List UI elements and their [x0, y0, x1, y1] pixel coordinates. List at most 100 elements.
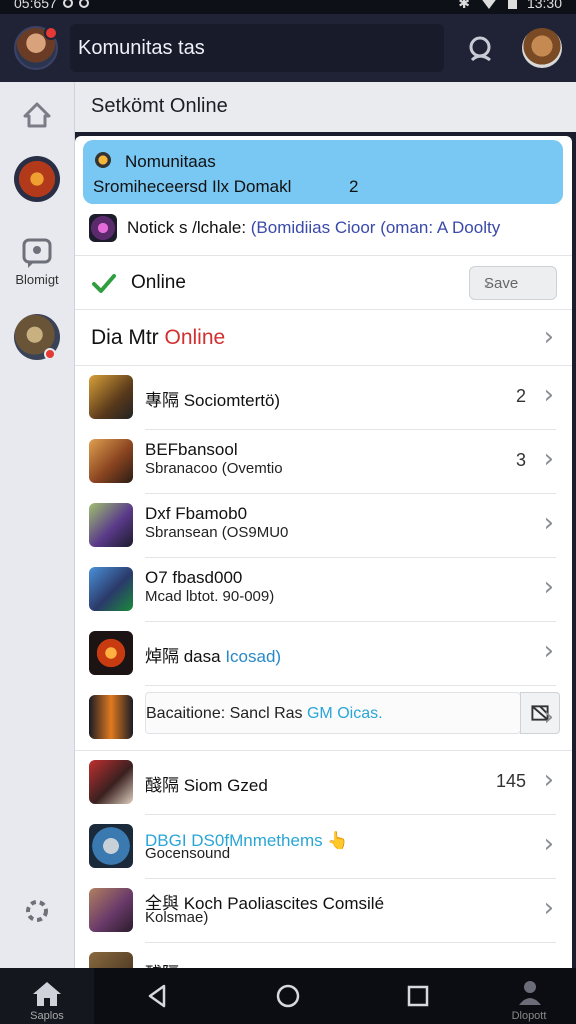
- item-count: 2: [515, 386, 526, 406]
- game-thumbnail: [89, 631, 133, 675]
- chevron-right-icon: ›: [484, 273, 490, 293]
- back-icon[interactable]: [144, 982, 172, 1010]
- notification-icon: [62, 0, 73, 8]
- item-title: 焯隔 dasa Icosad): [145, 642, 281, 667]
- check-icon: [92, 274, 116, 293]
- item-title-rest: cites Comsilé: [282, 894, 385, 913]
- chevron-right-icon: ›: [543, 380, 554, 410]
- item-subtitle: Gocensound: [145, 845, 231, 862]
- tab-home-label: Saplos: [30, 1010, 64, 1022]
- section-title-online: Online: [164, 326, 226, 349]
- item-subtitle: Mcad lbtot. 90-009): [145, 588, 275, 605]
- coin-icon: [95, 152, 111, 168]
- item-title: O7 fbasd000: [145, 568, 243, 587]
- item-count: 145: [495, 771, 526, 791]
- status-left-text: 05:657: [14, 0, 57, 11]
- item-title: BEFbansool: [145, 440, 238, 459]
- item-title: 醆隔 Siom Gzed: [145, 776, 268, 795]
- section-header[interactable]: Dia Mtr Online ›: [75, 310, 572, 366]
- list-item[interactable]: BEFbansool Sbranacoo (Ovemtio 3 ›: [75, 430, 572, 494]
- tab-profile-label: Dlopott: [511, 1010, 547, 1022]
- chevron-right-icon: ›: [543, 765, 554, 795]
- item-title-tag: Icosad): [225, 647, 282, 666]
- list-item[interactable]: 焯隔 dasa Icosad) ›: [75, 622, 572, 686]
- chevron-right-icon: ›: [543, 572, 554, 602]
- title-field[interactable]: Komunitas tas: [70, 24, 444, 72]
- list-item[interactable]: O7 fbasd000 Mcad lbtot. 90-009) ›: [75, 558, 572, 622]
- search-icon[interactable]: [466, 34, 496, 64]
- item-subtitle: Sbranacoo (Ovemtio: [145, 460, 283, 477]
- sync-icon: [78, 0, 89, 8]
- community-list-panel: Nomunitaas Sromiheceersd Ilx Domakl 2 No…: [75, 136, 572, 968]
- list-item[interactable]: 全與 Koch Paoliascites Comsilé Kolsmae) ›: [75, 879, 572, 943]
- image-picker-icon[interactable]: [520, 692, 560, 734]
- item-title: Dxf Fbamob0: [145, 504, 248, 523]
- alert-badge: [44, 348, 56, 360]
- game-thumbnail: [89, 695, 133, 739]
- chevron-right-icon: ›: [543, 322, 554, 352]
- user-avatar[interactable]: [14, 26, 58, 70]
- tab-home[interactable]: Saplos: [0, 968, 94, 1024]
- item-subtitle: Kolsmae): [145, 909, 209, 926]
- list-item[interactable]: 專隔 Sociomtertö) 2 ›: [75, 366, 572, 430]
- profile-avatar[interactable]: [522, 28, 562, 68]
- app-bar: Komunitas tas: [0, 14, 576, 82]
- home-icon[interactable]: [14, 92, 60, 138]
- notice-row[interactable]: Notick s /lchale: (Bomidiias Cioor (oman…: [75, 208, 572, 256]
- chevron-right-icon: ›: [543, 702, 554, 732]
- screen: 05:657 ✱ 13:30 Komunitas tas Blomigt Set…: [0, 0, 576, 1024]
- search-field[interactable]: Bacaitione: Sancl Ras GM Oicas.: [145, 692, 560, 734]
- game-thumbnail: [89, 888, 133, 932]
- banner-count: 2: [349, 177, 359, 196]
- game-thumbnail: [89, 439, 133, 483]
- profile-icon: [519, 981, 541, 1005]
- search-field-value: Bacaitione: Sancl Ras: [146, 705, 307, 722]
- community-banner[interactable]: Nomunitaas Sromiheceersd Ilx Domakl 2: [83, 140, 563, 204]
- save-button[interactable]: Save ›: [469, 266, 557, 300]
- notice-link[interactable]: (Bomidiias Cioor (oman: A Doolty: [251, 218, 500, 237]
- list-item[interactable]: Dxf Fbamob0 Sbransean (OS9MU0 ›: [75, 494, 572, 558]
- game-thumbnail: [89, 503, 133, 547]
- chat-label: Blomigt: [15, 272, 59, 287]
- list-item-partial[interactable]: 醆隔 ... ...: [75, 943, 572, 968]
- game-thumbnail: [89, 567, 133, 611]
- chevron-right-icon: ›: [543, 508, 554, 538]
- chevron-right-icon: ›: [543, 829, 554, 859]
- settings-icon[interactable]: [14, 888, 60, 934]
- game-thumbnail: [89, 760, 133, 804]
- banner-title: Nomunitaas: [125, 152, 216, 171]
- list-item[interactable]: DBGI DS0fMnmethems 👆 Gocensound ›: [75, 815, 572, 879]
- list-item[interactable]: Bacaitione: Sancl Ras GM Oicas. ›: [75, 686, 572, 752]
- side-rail: Blomigt: [0, 82, 75, 968]
- online-status-row: Online Save ›: [75, 256, 572, 310]
- item-title-main: 焯隔 dasa: [145, 647, 226, 666]
- battery-icon: [507, 0, 517, 9]
- section-title: Dia Mtr Online: [91, 326, 225, 350]
- game-community-icon-2[interactable]: [14, 314, 60, 360]
- search-field-text: Bacaitione: Sancl Ras GM Oicas.: [146, 705, 383, 723]
- home-circle-icon[interactable]: [274, 982, 302, 1010]
- tab-profile[interactable]: Dlopott: [482, 968, 576, 1024]
- notification-badge: [44, 26, 58, 40]
- fire-emoji-icon: 👆: [322, 831, 349, 850]
- bluetooth-icon: ✱: [458, 0, 470, 11]
- list-item[interactable]: 醆隔 Siom Gzed 145 ›: [75, 751, 572, 815]
- recents-icon[interactable]: [404, 982, 432, 1010]
- notice-text: Notick s /lchale: (Bomidiias Cioor (oman…: [127, 218, 500, 238]
- chevron-right-icon: ›: [543, 893, 554, 923]
- page-title: Setkömt Online: [91, 95, 228, 117]
- item-title: 醆隔 ... ...: [145, 959, 217, 968]
- section-title-main: Dia Mtr: [91, 326, 165, 349]
- sub-header: Setkömt Online: [75, 82, 576, 132]
- home-icon: [33, 982, 61, 1006]
- game-thumbnail: [89, 375, 133, 419]
- game-thumbnail: [89, 824, 133, 868]
- bottom-nav: Saplos Dlopott: [0, 968, 576, 1024]
- status-bar: 05:657 ✱ 13:30: [0, 0, 576, 14]
- game-community-icon[interactable]: [14, 156, 60, 202]
- chevron-right-icon: ›: [543, 636, 554, 666]
- search-field-tag: GM Oicas.: [306, 705, 383, 722]
- notice-prefix: Notick s /lchale:: [127, 218, 251, 237]
- item-title: 專隔 Sociomtertö): [145, 391, 281, 410]
- status-time: 13:30: [526, 0, 562, 11]
